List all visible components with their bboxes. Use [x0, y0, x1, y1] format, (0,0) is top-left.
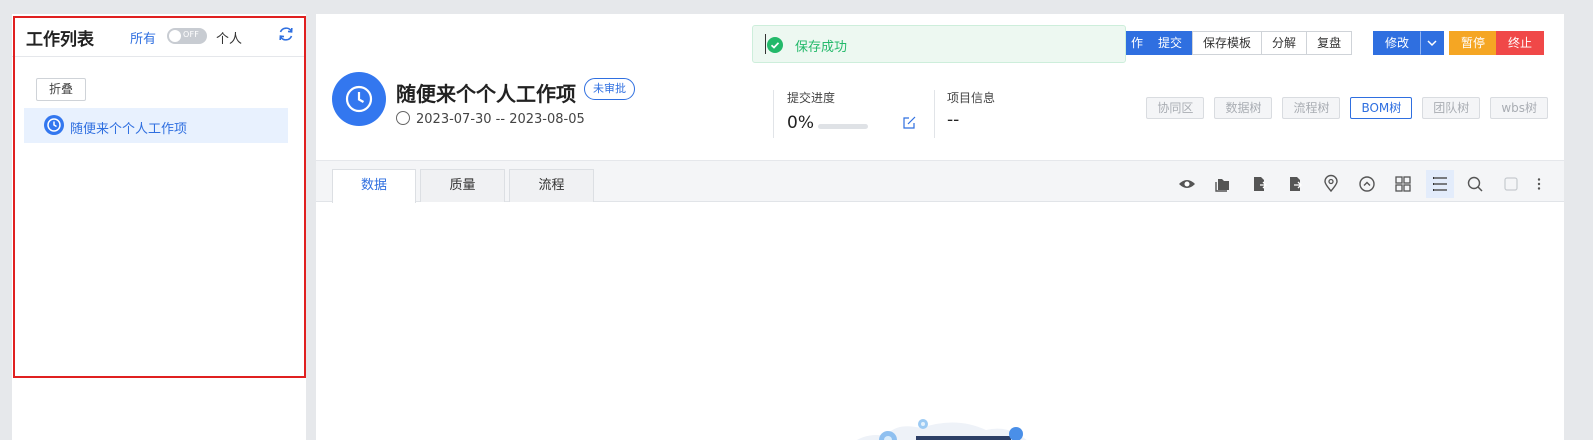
modify-button-group: 修改	[1373, 31, 1445, 55]
empty-state-illustration	[857, 419, 1027, 440]
grid-view-icon[interactable]	[1392, 173, 1414, 195]
location-pin-icon[interactable]	[1320, 173, 1342, 195]
text-caret	[765, 34, 766, 54]
eye-icon[interactable]	[1176, 173, 1198, 195]
folder-settings-icon[interactable]	[1212, 173, 1234, 195]
main-panel: 随便来个个人工作项 未审批 2023-07-30 -- 2023-08-05 提…	[316, 14, 1564, 440]
toggle-knob	[169, 30, 181, 42]
collab-area-button[interactable]: 协同区	[1146, 97, 1205, 119]
state-button-group: 暂停 终止	[1449, 31, 1545, 55]
bom-tree-button[interactable]: BOM树	[1350, 97, 1413, 119]
search-icon[interactable]	[1464, 173, 1486, 195]
file-export-icon[interactable]	[1284, 173, 1306, 195]
work-list-header: 工作列表 所有 OFF 个人	[12, 14, 306, 57]
project-info-label: 项目信息	[947, 91, 996, 105]
tab-data[interactable]: 数据	[332, 169, 416, 203]
more-vertical-icon[interactable]	[1528, 173, 1550, 195]
scope-toggle[interactable]: OFF	[167, 28, 207, 44]
clock-icon	[44, 115, 64, 135]
modify-button[interactable]: 修改	[1373, 31, 1422, 55]
review-button[interactable]: 复盘	[1306, 31, 1353, 55]
edit-icon[interactable]	[903, 116, 916, 129]
collapse-up-icon[interactable]	[1356, 173, 1378, 195]
tab-process[interactable]: 流程	[509, 169, 594, 202]
progress-bar	[818, 124, 868, 129]
toast-message: 保存成功	[795, 40, 848, 55]
date-range: 2023-07-30 -- 2023-08-05	[396, 111, 585, 127]
progress-label: 提交进度	[787, 91, 836, 105]
progress-value: 0%	[787, 113, 814, 133]
fold-button[interactable]: 折叠	[36, 78, 86, 101]
data-tree-button[interactable]: 数据树	[1214, 97, 1273, 119]
save-template-button[interactable]: 保存模板	[1192, 31, 1263, 55]
work-list-panel: 工作列表 所有 OFF 个人 折叠 随便来个个人工作项	[12, 14, 306, 440]
filter-all-link[interactable]: 所有	[130, 28, 156, 47]
project-info-value: --	[947, 110, 960, 130]
tree-item-label: 随便来个个人工作项	[70, 122, 188, 137]
date-range-text: 2023-07-30 -- 2023-08-05	[416, 112, 585, 127]
submit-button[interactable]: 提交	[1147, 31, 1194, 55]
action-button-group: 作 提交 保存模板 分解 复盘	[1126, 31, 1353, 55]
file-import-icon[interactable]	[1248, 173, 1270, 195]
team-tree-button[interactable]: 团队树	[1422, 97, 1481, 119]
checkbox-icon[interactable]	[1500, 173, 1522, 195]
modify-dropdown-button[interactable]	[1420, 31, 1445, 55]
work-list-title: 工作列表	[26, 30, 94, 50]
divider	[934, 90, 935, 138]
process-tree-button[interactable]: 流程树	[1282, 97, 1341, 119]
chevron-down-icon	[1427, 40, 1437, 47]
tree-view-buttons: 协同区 数据树 流程树 BOM树 团队树 wbs树	[1146, 97, 1548, 119]
status-badge: 未审批	[584, 78, 635, 100]
wbs-tree-button[interactable]: wbs树	[1490, 97, 1548, 119]
terminate-button[interactable]: 终止	[1496, 31, 1545, 55]
refresh-icon[interactable]	[277, 25, 295, 43]
list-view-icon[interactable]	[1426, 170, 1454, 198]
work-item-title: 随便来个个人工作项	[396, 82, 576, 106]
divider	[773, 90, 774, 138]
filter-personal-label[interactable]: 个人	[216, 28, 242, 47]
tab-bar: 数据 质量 流程	[316, 161, 1564, 203]
timer-icon	[396, 111, 410, 125]
success-toast: 保存成功	[752, 25, 1126, 63]
tree-item-work-item[interactable]: 随便来个个人工作项	[24, 108, 288, 143]
operate-button[interactable]: 作	[1126, 31, 1149, 55]
pause-button[interactable]: 暂停	[1449, 31, 1498, 55]
tab-quality[interactable]: 质量	[420, 169, 505, 202]
check-circle-icon	[767, 37, 783, 53]
split-button[interactable]: 分解	[1261, 31, 1308, 55]
toggle-state-text: OFF	[183, 30, 200, 39]
work-item-clock-icon	[332, 72, 386, 126]
